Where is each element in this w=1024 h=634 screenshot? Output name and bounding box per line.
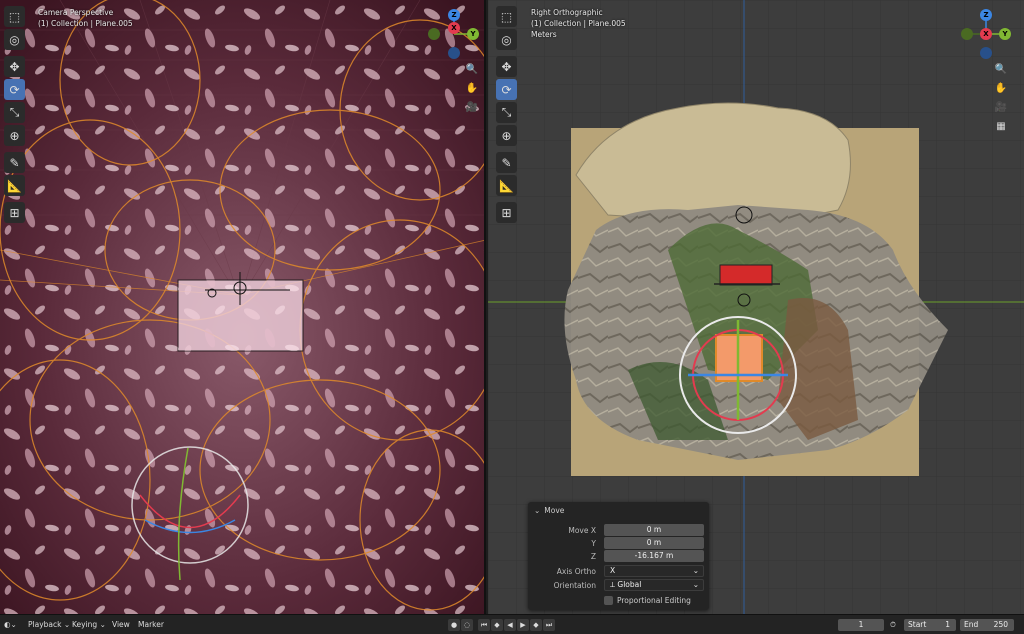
move-x-label: Move X [568, 525, 596, 535]
move-icon[interactable]: ✥ [4, 56, 25, 77]
move-icon[interactable]: ✥ [496, 56, 517, 77]
jump-end-icon[interactable]: ⏭ [543, 619, 555, 631]
chevron-down-icon: ⌄ [692, 566, 699, 575]
playback-menu[interactable]: Playback ⌄ [28, 619, 70, 631]
current-frame-field[interactable]: 1 [838, 619, 884, 631]
gizmo-z-axis[interactable]: Z [448, 9, 460, 21]
gizmo-neg-z-axis[interactable] [980, 47, 992, 59]
end-label: End [964, 620, 979, 629]
gizmo-y-axis[interactable]: Y [467, 28, 479, 40]
viewport-info: Camera Perspective (1) Collection | Plan… [38, 7, 133, 29]
axis-ortho-value: X [610, 566, 616, 575]
camera-scene [0, 0, 484, 614]
next-keyframe-icon[interactable]: ◆ [530, 619, 542, 631]
viewport-info: Right Orthographic (1) Collection | Plan… [531, 7, 626, 40]
jump-start-icon[interactable]: ⏮ [478, 619, 490, 631]
add-cube-icon[interactable]: ⊞ [4, 202, 25, 223]
grid-view-icon[interactable]: ▦ [993, 118, 1009, 134]
zoom-icon[interactable]: 🔍 [993, 61, 1009, 77]
gizmo-z-axis[interactable]: Z [980, 9, 992, 21]
editor-type-icon[interactable]: ◐⌄ [4, 619, 17, 631]
start-label: Start [908, 620, 927, 629]
panel-title: Move [544, 505, 565, 515]
annotate-icon[interactable]: ✎ [496, 152, 517, 173]
record-icon[interactable]: ● [448, 619, 460, 631]
move-z-field[interactable]: -16.167 m [604, 550, 704, 562]
keying-menu[interactable]: Keying ⌄ [72, 619, 106, 631]
camera-view-icon[interactable]: 🎥 [464, 99, 480, 115]
play-icon[interactable]: ▶ [517, 619, 529, 631]
gizmo-neg-y-axis[interactable] [428, 28, 440, 40]
marker-menu[interactable]: Marker [138, 619, 164, 631]
units-label: Meters [531, 30, 557, 39]
end-frame-field[interactable]: End 250 [960, 619, 1014, 631]
view-menu[interactable]: View [112, 619, 130, 631]
transform-icon[interactable]: ⊕ [4, 125, 25, 146]
scale-icon[interactable]: ⤡ [4, 102, 25, 123]
collection-info: (1) Collection | Plane.005 [531, 19, 626, 28]
axis-ortho-select[interactable]: X ⌄ [604, 565, 704, 577]
collection-info: (1) Collection | Plane.005 [38, 19, 133, 28]
select-box-icon[interactable]: ⬚ [496, 6, 517, 27]
move-y-label: Y [591, 538, 596, 548]
cursor-icon[interactable]: ◎ [4, 29, 25, 50]
end-value: 250 [993, 620, 1008, 629]
add-cube-icon[interactable]: ⊞ [496, 202, 517, 223]
orientation-value: Global [617, 580, 642, 589]
tool-shelf: ⬚ ◎ ✥ ⟳ ⤡ ⊕ ✎ 📐 ⊞ [496, 6, 517, 225]
transform-icon[interactable]: ⊕ [496, 125, 517, 146]
rotate-icon[interactable]: ⟳ [496, 79, 517, 100]
timeline-header: ◐⌄ Playback ⌄ Keying ⌄ View Marker ● ◌ ⏮… [0, 614, 1024, 634]
move-operator-panel: ⌄ Move Move X 0 m Y 0 m Z -16.167 m Axis… [528, 502, 709, 610]
proportional-editing-checkbox[interactable]: Proportional Editing [604, 595, 691, 605]
navigation-gizmo[interactable]: Z X Y [428, 8, 479, 59]
stopwatch-icon[interactable]: ⏱ [890, 619, 896, 631]
checkbox-box[interactable] [604, 595, 613, 605]
camera-perspective-viewport[interactable]: Camera Perspective (1) Collection | Plan… [0, 0, 486, 614]
move-z-label: Z [590, 551, 596, 561]
select-box-icon[interactable]: ⬚ [4, 6, 25, 27]
orientation-select[interactable]: ⟂ Global ⌄ [604, 579, 704, 591]
scale-icon[interactable]: ⤡ [496, 102, 517, 123]
orientation-label: Orientation [553, 580, 596, 590]
move-y-field[interactable]: 0 m [604, 537, 704, 549]
tool-shelf: ⬚ ◎ ✥ ⟳ ⤡ ⊕ ✎ 📐 ⊞ [4, 6, 25, 225]
start-frame-field[interactable]: Start 1 [904, 619, 956, 631]
cursor-icon[interactable]: ◎ [496, 29, 517, 50]
gizmo-x-axis[interactable]: X [448, 22, 460, 34]
rotate-icon[interactable]: ⟳ [4, 79, 25, 100]
pan-hand-icon[interactable]: ✋ [464, 80, 480, 96]
axis-ortho-label: Axis Ortho [556, 566, 596, 576]
play-reverse-icon[interactable]: ◀ [504, 619, 516, 631]
gizmo-y-axis[interactable]: Y [999, 28, 1011, 40]
chevron-down-icon: ⌄ [534, 505, 541, 515]
move-x-field[interactable]: 0 m [604, 524, 704, 536]
panel-header[interactable]: ⌄ Move [528, 502, 709, 518]
prev-keyframe-icon[interactable]: ◆ [491, 619, 503, 631]
navigation-gizmo[interactable]: Z X Y [960, 8, 1011, 59]
proportional-editing-label: Proportional Editing [617, 595, 691, 605]
gizmo-neg-z-axis[interactable] [448, 47, 460, 59]
keyframe-type-icon[interactable]: ◌ [461, 619, 473, 631]
measure-icon[interactable]: 📐 [496, 175, 517, 196]
camera-view-icon[interactable]: 🎥 [993, 99, 1009, 115]
view-name: Right Orthographic [531, 8, 603, 17]
chevron-down-icon: ⌄ [692, 580, 699, 589]
gizmo-x-axis[interactable]: X [980, 28, 992, 40]
annotate-icon[interactable]: ✎ [4, 152, 25, 173]
gizmo-neg-y-axis[interactable] [961, 28, 973, 40]
pan-hand-icon[interactable]: ✋ [993, 80, 1009, 96]
zoom-icon[interactable]: 🔍 [464, 61, 480, 77]
view-name: Camera Perspective [38, 8, 114, 17]
start-value: 1 [945, 620, 950, 629]
measure-icon[interactable]: 📐 [4, 175, 25, 196]
